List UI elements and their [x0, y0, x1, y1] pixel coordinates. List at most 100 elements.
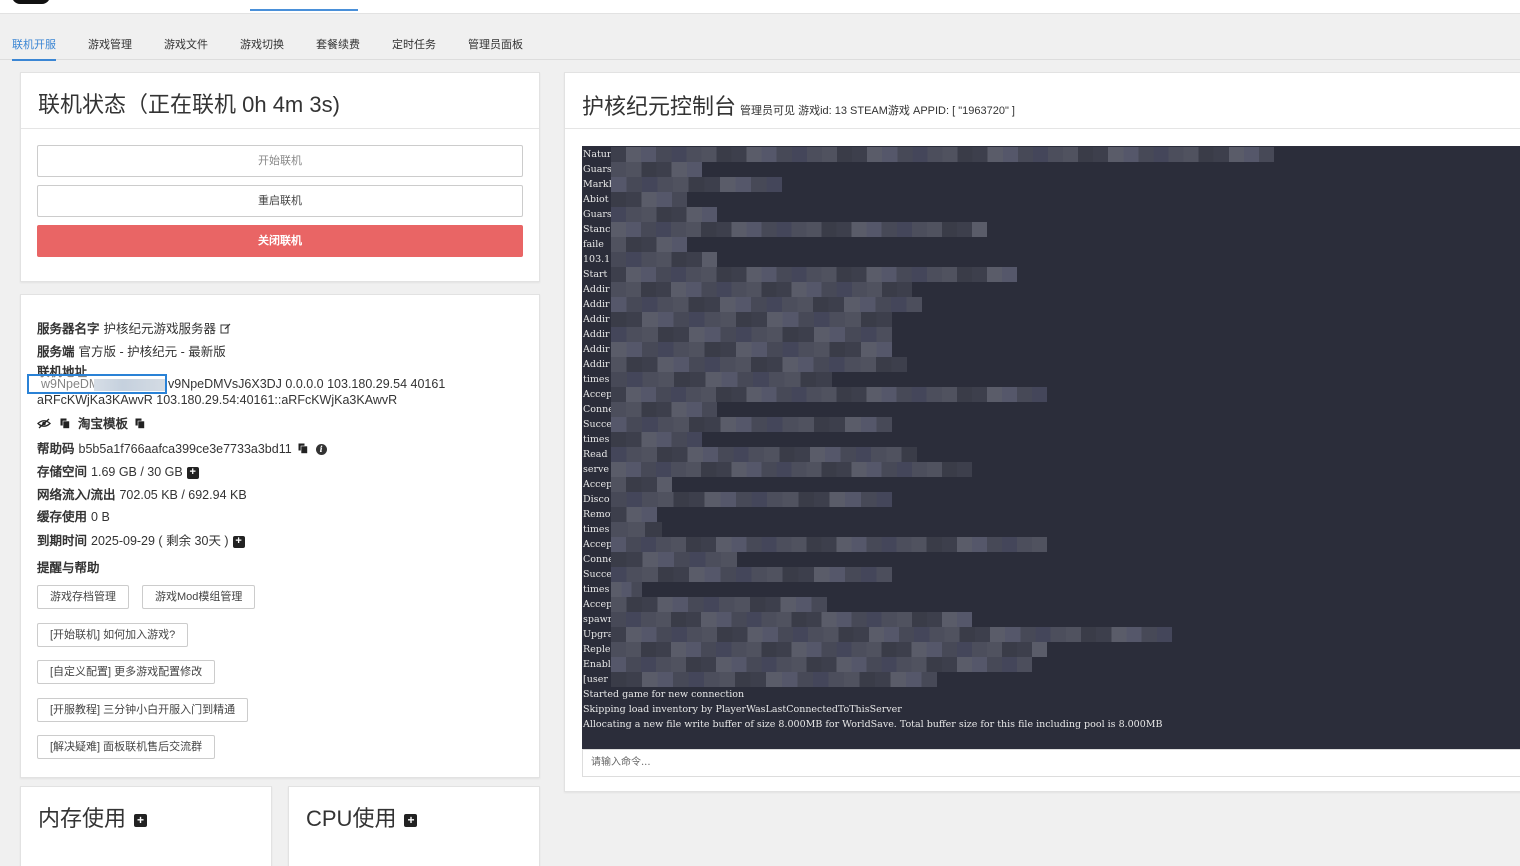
- server-side-value: 官方版 - 护核纪元 - 最新版: [78, 345, 226, 359]
- console-line: Started game for new connection: [583, 689, 745, 700]
- network-row: 网络流入/流出 702.05 KB / 692.94 KB: [37, 484, 247, 503]
- console-line: Succe: [583, 419, 612, 430]
- redacted-mosaic: [611, 582, 642, 597]
- plus-icon[interactable]: +: [186, 466, 199, 479]
- console-line: Enabl: [583, 659, 611, 670]
- support-group-button[interactable]: [解决疑难] 面板联机售后交流群: [37, 735, 216, 759]
- storage-row: 存储空间 1.69 GB / 30 GB +: [37, 461, 199, 480]
- console-line: Addir: [583, 314, 610, 325]
- redacted-mosaic: [611, 342, 892, 357]
- save-management-button[interactable]: 游戏存档管理: [37, 585, 129, 609]
- server-name-value: 护核纪元游戏服务器: [103, 322, 217, 336]
- console-line: Addir: [583, 284, 610, 295]
- redacted-mosaic: [611, 312, 892, 327]
- redacted-mosaic: [611, 567, 892, 582]
- console-line: Guars: [583, 164, 612, 175]
- tab-admin-panel[interactable]: 管理员面板: [468, 30, 523, 60]
- cpu-usage-title: CPU使用 +: [289, 787, 539, 833]
- console-line: [user: [583, 674, 608, 685]
- console-line: Addir: [583, 299, 610, 310]
- console-line: Addir: [583, 359, 610, 370]
- plus-icon[interactable]: +: [134, 813, 148, 827]
- network-value: 702.05 KB / 692.94 KB: [119, 488, 247, 502]
- plus-icon[interactable]: +: [232, 535, 245, 548]
- custom-config-button[interactable]: [自定义配置] 更多游戏配置修改: [37, 660, 216, 684]
- console-line: Guars: [583, 209, 612, 220]
- copy-icon[interactable]: [298, 443, 308, 457]
- logo: [12, 0, 50, 4]
- console-line: Accep: [583, 389, 613, 400]
- tab-game-switch[interactable]: 游戏切换: [240, 30, 284, 60]
- expire-row: 到期时间 2025-09-29 ( 剩余 30天 ) +: [37, 530, 245, 549]
- redacted-mosaic: [611, 357, 907, 372]
- network-label: 网络流入/流出: [37, 488, 116, 502]
- console-line: Abiot: [583, 194, 609, 205]
- redacted-mosaic: [611, 162, 702, 177]
- console-line: Accep: [583, 539, 613, 550]
- redacted-mosaic: [611, 252, 717, 267]
- console-line: Allocating a new file write buffer of si…: [583, 719, 1163, 730]
- tab-online-server[interactable]: 联机开服: [12, 30, 56, 61]
- redacted-mosaic: [611, 177, 782, 192]
- redacted-mosaic: [611, 642, 1047, 657]
- redacted-mosaic: [611, 627, 1172, 642]
- console-line: spawr: [583, 614, 613, 625]
- restart-online-button[interactable]: 重启联机: [37, 185, 523, 217]
- console-line: times: [583, 434, 610, 445]
- redacted-mosaic: [611, 672, 937, 687]
- edit-icon[interactable]: [220, 323, 231, 337]
- server-info-panel: 服务器名字 护核纪元游戏服务器 服务端 官方版 - 护核纪元 - 最新版 联机地址 …: [20, 294, 540, 778]
- help-code-value: b5b5a1f766aafca399ce3e7733a3bd11: [78, 442, 292, 456]
- redacted-mosaic: [611, 612, 972, 627]
- cpu-usage-panel: CPU使用 +: [288, 786, 540, 866]
- plus-icon[interactable]: +: [404, 813, 418, 827]
- console-line: times: [583, 584, 610, 595]
- redacted-mosaic: [611, 267, 1017, 282]
- top-nav-indicator: [250, 9, 358, 11]
- console-subtitle: 管理员可见 游戏id: 13 STEAM游戏 APPID: [ "1963720…: [740, 105, 1015, 117]
- redacted-mosaic: [611, 297, 922, 312]
- close-online-button[interactable]: 关闭联机: [37, 225, 523, 257]
- console-line: Start: [583, 269, 608, 280]
- mod-management-button[interactable]: 游戏Mod模组管理: [142, 585, 256, 609]
- online-status-title: 联机状态（正在联机 0h 4m 3s): [21, 73, 539, 129]
- info-icon[interactable]: i: [315, 444, 327, 456]
- address-line-2: aRFcKWjKa3KAwvR 103.180.29.54:40161::aRF…: [37, 393, 398, 407]
- cache-label: 缓存使用: [37, 510, 88, 524]
- how-to-join-button[interactable]: [开始联机] 如何加入游戏?: [37, 623, 189, 647]
- command-input[interactable]: 请输入命令...: [582, 749, 1520, 777]
- redacted-mosaic: [611, 417, 892, 432]
- hide-eye-icon[interactable]: [37, 418, 51, 432]
- taobao-template-label: 淘宝模板: [77, 417, 128, 431]
- help-code-row: 帮助码 b5b5a1f766aafca399ce3e7733a3bd11 i: [37, 438, 327, 457]
- memory-usage-title-text: 内存使用: [38, 806, 127, 831]
- redacted-mosaic: [611, 537, 1047, 552]
- console-title: 护核纪元控制台: [582, 94, 737, 119]
- tutorial-button[interactable]: [开服教程] 三分钟小白开服入门到精通: [37, 698, 249, 722]
- online-status-panel: 联机状态（正在联机 0h 4m 3s) 开始联机 重启联机 关闭联机: [20, 72, 540, 282]
- address-line-1-value: v9NpeDMVsJ6X3DJ 0.0.0.0 103.180.29.54 40…: [168, 377, 446, 391]
- cache-value: 0 B: [91, 510, 110, 524]
- memory-usage-panel: 内存使用 +: [20, 786, 272, 866]
- console-output[interactable]: Natur Guars Markh Abiot Guars Stanc faile 103.1…: [582, 146, 1520, 749]
- storage-label: 存储空间: [37, 465, 88, 479]
- tab-scheduled-tasks[interactable]: 定时任务: [392, 30, 436, 60]
- console-line: Skipping load inventory by PlayerWasLast…: [583, 704, 902, 715]
- redacted-mosaic: [611, 372, 832, 387]
- copy-icon[interactable]: [135, 418, 146, 432]
- redacted-mosaic: [611, 282, 912, 297]
- console-line: Conne: [583, 554, 614, 565]
- tab-game-files[interactable]: 游戏文件: [164, 30, 208, 60]
- redacted-mosaic: [611, 552, 737, 567]
- server-name-label: 服务器名字: [37, 322, 100, 336]
- start-online-button[interactable]: 开始联机: [37, 145, 523, 177]
- tab-plan-renewal[interactable]: 套餐续费: [316, 30, 360, 60]
- redacted-mosaic: [611, 327, 892, 342]
- console-line: faile: [583, 239, 604, 250]
- tab-game-management[interactable]: 游戏管理: [88, 30, 132, 60]
- copy-icon[interactable]: [60, 418, 71, 432]
- console-line: Accep: [583, 479, 613, 490]
- server-name-row: 服务器名字 护核纪元游戏服务器: [37, 318, 231, 337]
- console-panel: 护核纪元控制台 管理员可见 游戏id: 13 STEAM游戏 APPID: [ "…: [564, 72, 1520, 792]
- redacted-mosaic: [611, 192, 687, 207]
